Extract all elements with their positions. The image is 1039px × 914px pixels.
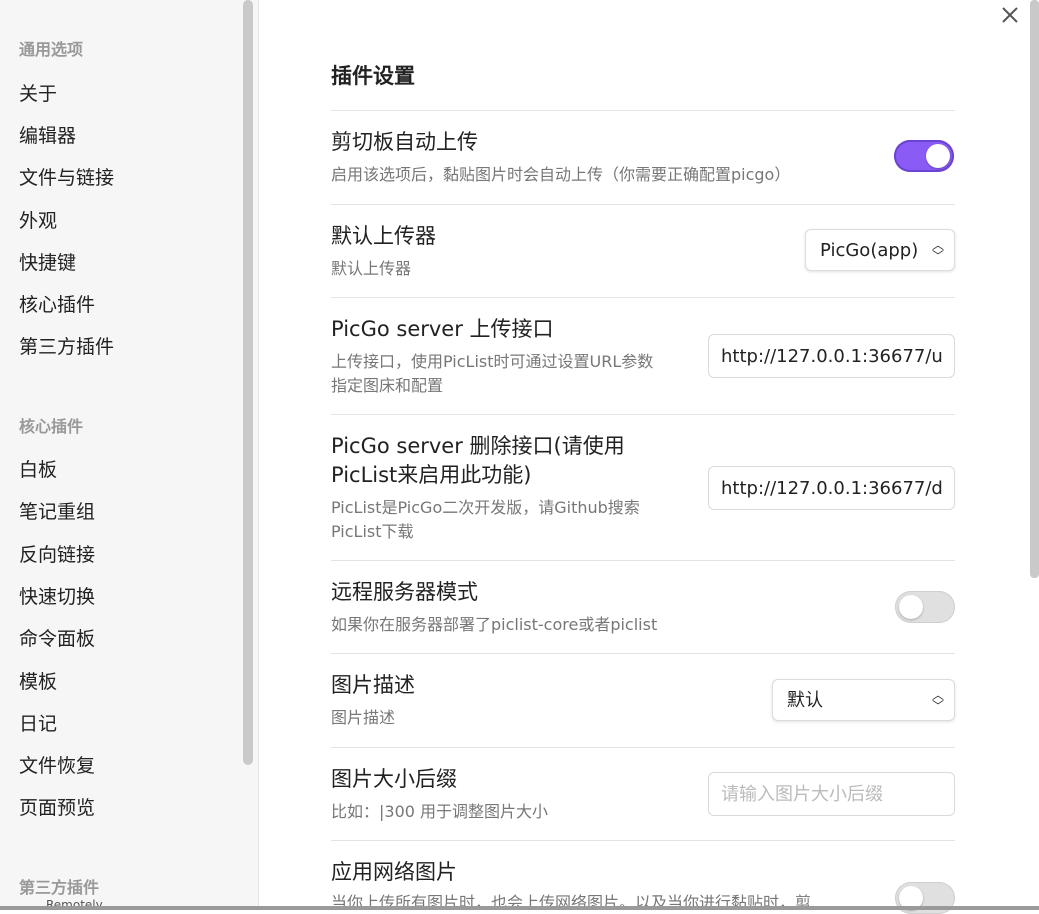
sidebar-item-hotkeys[interactable]: 快捷键: [19, 248, 76, 275]
divider: [331, 110, 955, 111]
sidebar-item-note-composer[interactable]: 笔记重组: [19, 497, 95, 524]
sidebar-group-title: 通用选项: [19, 40, 84, 59]
toggle-knob: [926, 144, 950, 168]
setting-name: PicGo server 上传接口: [331, 317, 554, 341]
setting-desc: 上传接口，使用PicList时可通过设置URL参数: [331, 352, 654, 371]
divider: [331, 747, 955, 748]
setting-name: 剪切板自动上传: [331, 130, 478, 154]
setting-name: PicGo server 删除接口(请使用: [331, 434, 625, 458]
setting-name: 图片大小后缀: [331, 767, 457, 791]
sidebar-scrollbar[interactable]: [243, 0, 253, 765]
sidebar-item-core-plugins[interactable]: 核心插件: [19, 290, 95, 317]
divider: [331, 414, 955, 415]
setting-desc: 启用该选项后，黏贴图片时会自动上传（你需要正确配置picgo）: [331, 165, 791, 184]
setting-name: 默认上传器: [331, 224, 436, 248]
divider: [331, 653, 955, 654]
setting-name: 远程服务器模式: [331, 580, 478, 604]
setting-desc: 指定图床和配置: [331, 376, 444, 395]
toggle-knob: [899, 595, 923, 619]
sidebar-item-daily-notes[interactable]: 日记: [19, 709, 57, 736]
sidebar-item-file-recovery[interactable]: 文件恢复: [19, 751, 95, 778]
sidebar-item-editor[interactable]: 编辑器: [19, 121, 76, 148]
setting-desc: 图片描述: [331, 708, 396, 727]
setting-name: 图片描述: [331, 673, 415, 697]
sidebar-item-about[interactable]: 关于: [19, 79, 57, 106]
sidebar-item-files-links[interactable]: 文件与链接: [19, 163, 114, 190]
sidebar-item-page-preview[interactable]: 页面预览: [19, 793, 95, 820]
setting-desc: 默认上传器: [331, 259, 412, 278]
sidebar-item-quick-switcher[interactable]: 快速切换: [19, 582, 95, 609]
divider: [331, 560, 955, 561]
divider: [331, 297, 955, 298]
sidebar-item-community-plugins[interactable]: 第三方插件: [19, 332, 114, 359]
image-size-suffix-input[interactable]: [708, 772, 955, 816]
setting-name: 应用网络图片: [331, 860, 457, 884]
select-value: 默认: [787, 690, 823, 711]
default-uploader-select[interactable]: PicGo(app) ︿ ﹀: [805, 229, 955, 271]
setting-desc: PicList是PicGo二次开发版，请Github搜索: [331, 498, 640, 517]
image-description-select[interactable]: 默认 ︿ ﹀: [772, 679, 955, 721]
sidebar-item-canvas[interactable]: 白板: [19, 455, 57, 482]
divider: [331, 204, 955, 205]
setting-desc: PicList下载: [331, 522, 414, 541]
setting-desc: 当你上传所有图片时，也会上传网络图片。以及当你进行黏贴时，剪: [331, 893, 812, 912]
sidebar-group-title: 核心插件: [19, 417, 84, 436]
main-scrollbar[interactable]: [1030, 0, 1039, 578]
delete-endpoint-input[interactable]: [708, 466, 955, 510]
setting-name: PicList来启用此功能): [331, 463, 532, 487]
select-value: PicGo(app): [820, 240, 919, 261]
close-icon[interactable]: [999, 5, 1021, 27]
sidebar-item-backlinks[interactable]: 反向链接: [19, 540, 95, 567]
settings-sidebar: 通用选项 关于 编辑器 文件与链接 外观 快捷键 核心插件 第三方插件 核心插件…: [0, 0, 259, 910]
sidebar-item-appearance[interactable]: 外观: [19, 206, 57, 233]
clipboard-auto-upload-toggle[interactable]: [894, 140, 954, 172]
upload-endpoint-input[interactable]: [708, 334, 955, 378]
close-icon-glyph: [1002, 7, 1018, 23]
remote-server-mode-toggle[interactable]: [895, 591, 955, 623]
setting-desc: 比如：|300 用于调整图片大小: [331, 802, 549, 821]
sidebar-item-command-palette[interactable]: 命令面板: [19, 624, 95, 651]
divider: [331, 840, 955, 841]
setting-desc: 如果你在服务器部署了piclist-core或者piclist: [331, 615, 658, 634]
sidebar-item-templates[interactable]: 模板: [19, 667, 57, 694]
sidebar-group-title: 第三方插件: [19, 878, 100, 897]
page-title: 插件设置: [331, 64, 415, 88]
window-bottom-edge: [0, 906, 1039, 910]
